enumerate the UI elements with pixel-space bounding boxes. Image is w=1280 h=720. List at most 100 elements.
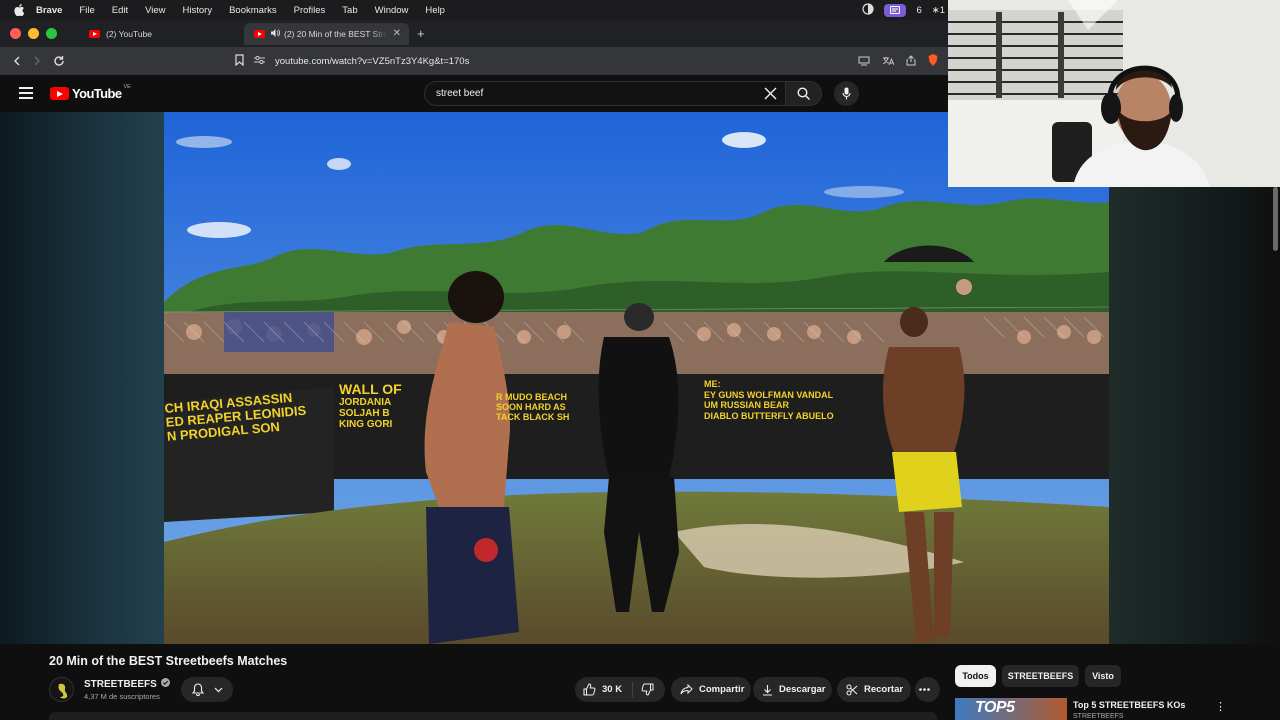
recommendation-thumbnail[interactable]: TOP5 (955, 698, 1067, 720)
more-horizontal-icon (919, 688, 930, 691)
cast-icon[interactable] (858, 53, 870, 71)
dislike-button[interactable] (633, 683, 660, 696)
menu-help[interactable]: Help (425, 5, 445, 16)
voice-search-button[interactable] (834, 81, 859, 106)
like-button[interactable]: 30 K (583, 682, 634, 697)
chip-visto[interactable]: Visto (1085, 665, 1121, 687)
tab-video[interactable]: (2) 20 Min of the BEST Streetbeefs Match… (244, 22, 409, 45)
minimize-window-button[interactable] (28, 28, 39, 39)
verified-icon (160, 678, 170, 690)
youtube-favicon-icon (89, 29, 100, 38)
description-box[interactable] (49, 712, 937, 720)
wall-text-right: ME: EY GUNS WOLFMAN VANDAL UM RUSSIAN BE… (704, 379, 834, 421)
thumbs-down-icon (641, 683, 654, 696)
channel-name-text: STREETBEEFS (84, 678, 157, 690)
ambient-glow-right (1109, 187, 1280, 644)
download-label: Descargar (779, 684, 826, 695)
menu-file[interactable]: File (79, 5, 94, 16)
webcam-overlay (948, 0, 1280, 187)
more-vert-icon[interactable]: ⋮ (1215, 700, 1226, 713)
wall-line: EY GUNS WOLFMAN VANDAL (704, 389, 834, 400)
menu-history[interactable]: History (183, 5, 213, 16)
wall-line: UM RUSSIAN BEAR (704, 400, 790, 410)
recommendation-channel[interactable]: STREETBEEFS (1073, 713, 1124, 720)
clip-button[interactable]: Recortar (837, 677, 911, 702)
menu-icon[interactable] (19, 87, 33, 99)
wall-line: TACK BLACK SH (496, 412, 570, 422)
browser-toolbar: youtube.com/watch?v=VZ5nTz3Y4Kg&t=170s (0, 47, 948, 75)
reload-button[interactable] (50, 52, 68, 70)
site-info-icon[interactable] (254, 55, 265, 68)
scissors-icon (846, 684, 858, 695)
youtube-logo[interactable]: YouTube VE (50, 83, 131, 101)
back-button[interactable] (8, 52, 26, 70)
video-frame (164, 112, 1109, 644)
wall-text-center: R MUDO BEACH SOON HARD AS TACK BLACK SH (496, 392, 569, 422)
menu-tab[interactable]: Tab (342, 5, 357, 16)
status-extra: ∗1 (931, 4, 945, 16)
video-player[interactable]: CH IRAQI ASSASSIN ED REAPER LEONIDIS N P… (164, 112, 1109, 644)
clip-label: Recortar (864, 684, 904, 695)
share-icon[interactable] (906, 53, 916, 71)
country-code: VE (123, 83, 131, 90)
share-button[interactable]: Compartir (671, 677, 751, 702)
like-dislike-group: 30 K (575, 677, 665, 702)
wall-line: DIABLO BUTTERFLY ABUELO (704, 410, 834, 421)
menu-bookmarks[interactable]: Bookmarks (229, 5, 277, 16)
wall-line: KING GORI (339, 419, 393, 430)
thumbs-up-icon (583, 683, 596, 696)
menu-window[interactable]: Window (375, 5, 409, 16)
bell-icon (191, 683, 204, 696)
wall-line: JORDANIA (339, 397, 392, 408)
more-actions-button[interactable] (915, 677, 940, 702)
youtube-favicon-icon (254, 29, 265, 38)
clear-search-icon[interactable] (764, 87, 777, 103)
subscription-bell-button[interactable] (181, 677, 233, 702)
window-controls (10, 28, 57, 39)
search-input[interactable]: street beef (424, 81, 786, 106)
forward-button[interactable] (28, 52, 46, 70)
search-icon (797, 87, 810, 100)
menu-app-name[interactable]: Brave (36, 5, 62, 16)
bookmark-icon[interactable] (235, 53, 244, 71)
control-center-icon[interactable] (862, 2, 875, 18)
page-scrollbar[interactable] (1273, 187, 1278, 251)
wall-line: SOLJAH B (339, 408, 390, 419)
youtube-header: YouTube VE street beef (0, 75, 948, 112)
zoom-window-button[interactable] (46, 28, 57, 39)
chip-todos[interactable]: Todos (955, 665, 996, 687)
tab-youtube-home[interactable]: (2) YouTube (79, 23, 244, 45)
screen-record-icon[interactable] (884, 3, 907, 17)
share-arrow-icon (680, 684, 693, 695)
channel-avatar[interactable] (49, 677, 74, 702)
menu-profiles[interactable]: Profiles (294, 5, 326, 16)
wall-line: ME: (704, 379, 721, 389)
new-tab-button[interactable]: + (417, 26, 425, 41)
youtube-wordmark: YouTube (72, 86, 122, 101)
channel-name[interactable]: STREETBEEFS (84, 678, 170, 690)
translate-icon[interactable] (882, 53, 895, 71)
subscriber-count: 4,37 M de suscriptores (84, 692, 160, 701)
microphone-icon (842, 87, 851, 100)
wall-line: SOON HARD AS (496, 402, 566, 412)
speaker-icon[interactable] (271, 28, 280, 39)
recommendation-title[interactable]: Top 5 STREETBEEFS KOs (1073, 700, 1185, 710)
close-window-button[interactable] (10, 28, 21, 39)
menu-edit[interactable]: Edit (112, 5, 128, 16)
close-tab-icon[interactable]: ✕ (393, 28, 401, 39)
status-count: 6 (916, 4, 922, 16)
wall-line: R MUDO BEACH (496, 392, 567, 402)
menu-view[interactable]: View (145, 5, 165, 16)
brave-shield-icon[interactable] (928, 53, 938, 71)
download-button[interactable]: Descargar (753, 677, 832, 702)
webcam-frame (948, 0, 1280, 187)
address-bar[interactable]: youtube.com/watch?v=VZ5nTz3Y4Kg&t=170s (254, 51, 944, 71)
apple-icon[interactable] (12, 3, 26, 17)
thumbnail-text: TOP5 (975, 699, 1015, 716)
chip-streetbeefs[interactable]: STREETBEEFS (1002, 665, 1079, 687)
url-text[interactable]: youtube.com/watch?v=VZ5nTz3Y4Kg&t=170s (275, 56, 469, 67)
tab-label: (2) YouTube (106, 28, 152, 39)
video-title: 20 Min of the BEST Streetbeefs Matches (49, 654, 288, 668)
ambient-glow-left (0, 112, 164, 644)
search-button[interactable] (786, 81, 822, 106)
